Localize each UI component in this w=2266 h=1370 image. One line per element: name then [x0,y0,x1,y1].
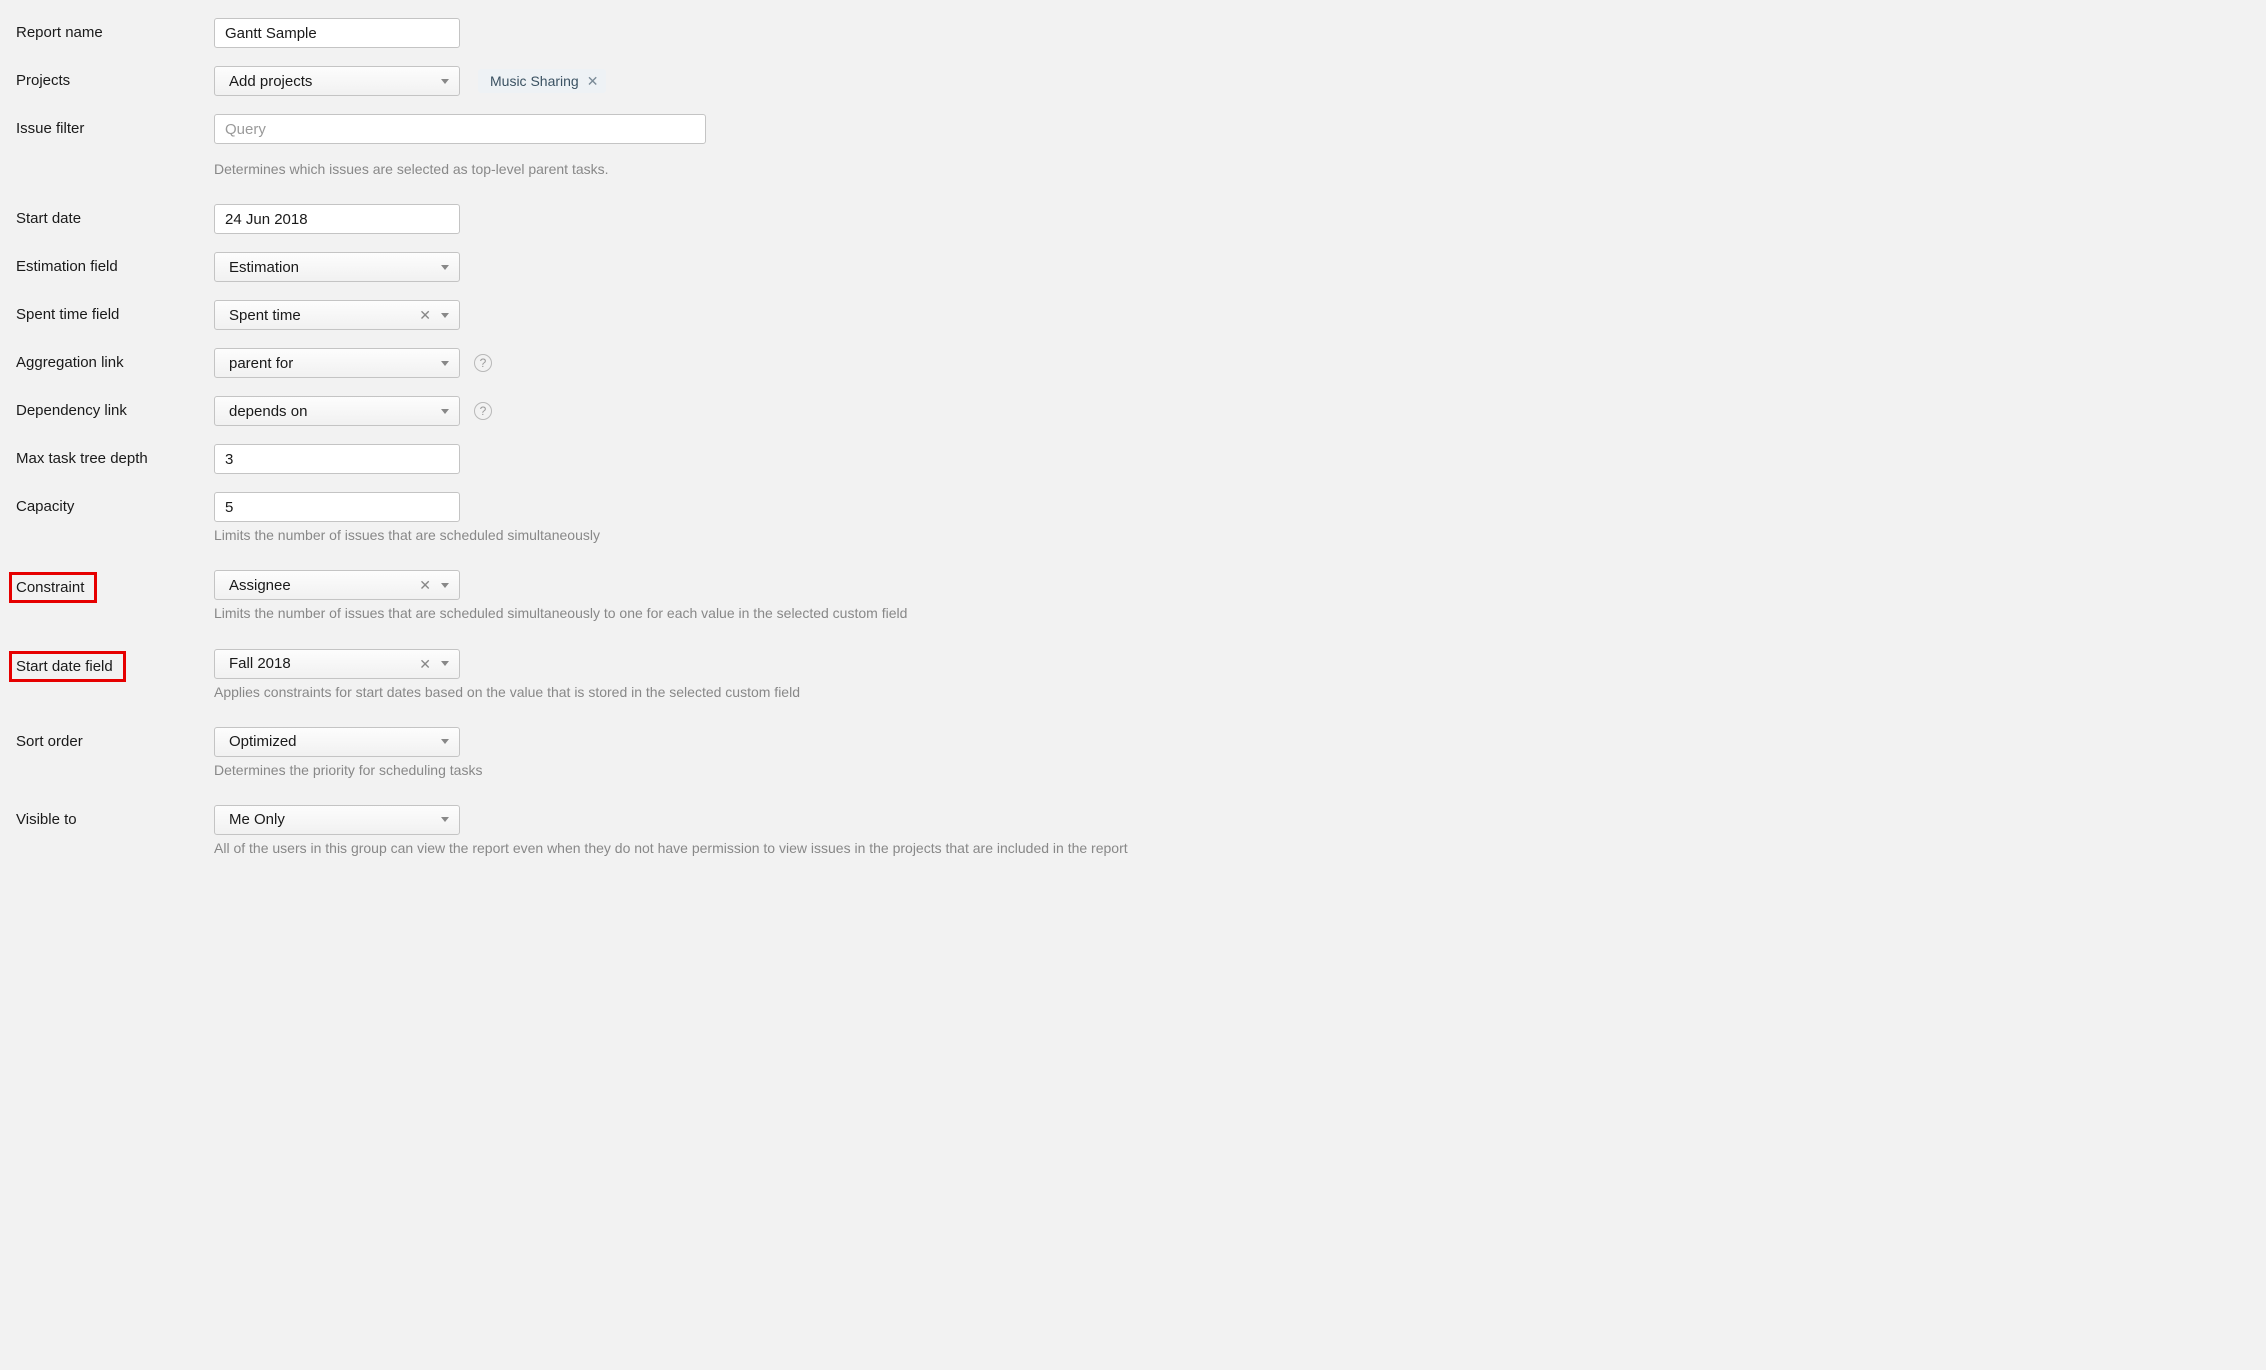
issue-filter-hint: Determines which issues are selected as … [214,160,2250,178]
capacity-hint: Limits the number of issues that are sch… [214,526,2250,544]
estimation-field-label: Estimation field [16,252,214,275]
chevron-down-icon [441,79,449,84]
constraint-label: Constraint [16,579,84,596]
clear-spent-time-icon[interactable]: ✕ [415,308,435,322]
sort-order-select-text: Optimized [229,733,435,750]
capacity-label: Capacity [16,492,214,515]
chevron-down-icon [441,583,449,588]
visible-to-select[interactable]: Me Only [214,805,460,835]
start-date-field-label-highlight: Start date field [9,651,126,682]
dependency-link-label: Dependency link [16,396,214,419]
issue-filter-label: Issue filter [16,114,214,137]
aggregation-link-label: Aggregation link [16,348,214,371]
constraint-hint: Limits the number of issues that are sch… [214,604,2250,622]
start-date-field-select-text: Fall 2018 [229,655,415,672]
report-name-input[interactable] [214,18,460,48]
chevron-down-icon [441,409,449,414]
start-date-label: Start date [16,204,214,227]
project-tag: Music Sharing ✕ [478,69,606,93]
spent-time-field-select-text: Spent time [229,307,415,324]
sort-order-hint: Determines the priority for scheduling t… [214,761,2250,779]
chevron-down-icon [441,817,449,822]
help-icon[interactable]: ? [474,354,492,372]
help-icon[interactable]: ? [474,402,492,420]
chevron-down-icon [441,361,449,366]
aggregation-link-select-text: parent for [229,355,435,372]
start-date-field-select[interactable]: Fall 2018 ✕ [214,649,460,679]
sort-order-label: Sort order [16,727,214,750]
dependency-link-select[interactable]: depends on [214,396,460,426]
chevron-down-icon [441,739,449,744]
issue-filter-input[interactable] [214,114,706,144]
add-projects-select[interactable]: Add projects [214,66,460,96]
start-date-field-hint: Applies constraints for start dates base… [214,683,2250,701]
estimation-field-select-text: Estimation [229,259,435,276]
project-tag-label: Music Sharing [490,73,579,89]
spent-time-field-label: Spent time field [16,300,214,323]
chevron-down-icon [441,313,449,318]
spent-time-field-select[interactable]: Spent time ✕ [214,300,460,330]
constraint-label-highlight: Constraint [9,572,97,603]
max-depth-label: Max task tree depth [16,444,214,467]
start-date-input[interactable] [214,204,460,234]
remove-project-icon[interactable]: ✕ [587,74,599,88]
clear-constraint-icon[interactable]: ✕ [415,578,435,592]
estimation-field-select[interactable]: Estimation [214,252,460,282]
constraint-select-text: Assignee [229,577,415,594]
start-date-field-label: Start date field [16,658,113,675]
aggregation-link-select[interactable]: parent for [214,348,460,378]
chevron-down-icon [441,265,449,270]
clear-start-date-field-icon[interactable]: ✕ [415,657,435,671]
visible-to-hint: All of the users in this group can view … [214,839,2250,857]
projects-label: Projects [16,66,214,89]
constraint-select[interactable]: Assignee ✕ [214,570,460,600]
visible-to-label: Visible to [16,805,214,828]
chevron-down-icon [441,661,449,666]
capacity-input[interactable] [214,492,460,522]
sort-order-select[interactable]: Optimized [214,727,460,757]
add-projects-select-text: Add projects [229,73,435,90]
visible-to-select-text: Me Only [229,811,435,828]
max-depth-input[interactable] [214,444,460,474]
dependency-link-select-text: depends on [229,403,435,420]
report-name-label: Report name [16,18,214,41]
